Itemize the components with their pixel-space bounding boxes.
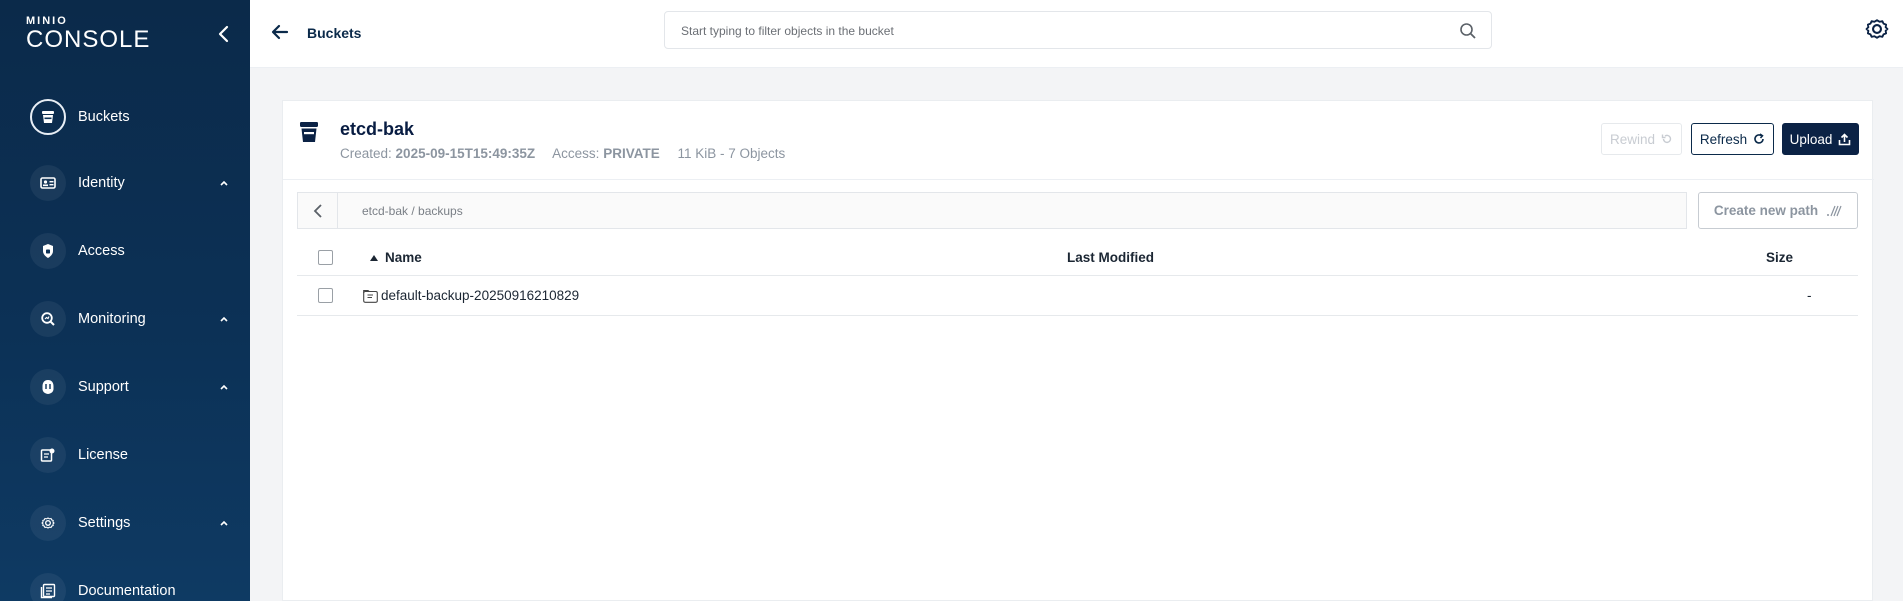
- sidebar-item-label: Buckets: [78, 109, 130, 125]
- table-row[interactable]: default-backup-20250916210829 -: [297, 276, 1858, 316]
- rewind-label: Rewind: [1609, 131, 1656, 147]
- object-filter-search: [664, 11, 1492, 49]
- bucket-name: etcd-bak: [340, 119, 415, 139]
- sidebar: MINIO CONSOLE Buckets Identity Access Mo…: [0, 0, 250, 601]
- upload-label: Upload: [1789, 131, 1833, 147]
- folder-icon: [363, 289, 378, 303]
- sidebar-item-label: Identity: [78, 175, 125, 191]
- bucket-icon: [30, 99, 66, 135]
- object-size: -: [1807, 288, 1812, 303]
- column-last-modified[interactable]: Last Modified: [1067, 250, 1154, 265]
- gear-icon: [1865, 19, 1889, 39]
- upload-button[interactable]: Upload: [1782, 123, 1859, 155]
- sidebar-item-label: License: [78, 447, 128, 463]
- license-icon: [30, 437, 66, 473]
- column-size[interactable]: Size: [1766, 250, 1793, 265]
- sidebar-item-buckets[interactable]: Buckets: [30, 99, 230, 135]
- sidebar-item-support[interactable]: Support: [30, 369, 230, 405]
- chevron-up-icon: [220, 520, 228, 526]
- divider: [283, 179, 1874, 180]
- access-label: Access:: [552, 146, 600, 161]
- upload-icon: [1839, 132, 1851, 145]
- path-bar: etcd-bak / backups: [297, 192, 1687, 229]
- settings-gear-button[interactable]: [1863, 15, 1891, 43]
- sidebar-item-access[interactable]: Access: [30, 233, 230, 269]
- chevron-left-icon: [313, 203, 322, 218]
- path-back-button[interactable]: [298, 193, 338, 228]
- sidebar-item-label: Support: [78, 379, 129, 395]
- sidebar-item-license[interactable]: License: [30, 437, 230, 473]
- arrow-left-icon: [271, 24, 289, 40]
- sidebar-item-identity[interactable]: Identity: [30, 165, 230, 201]
- breadcrumb-buckets[interactable]: Buckets: [307, 25, 361, 41]
- collapse-sidebar-button[interactable]: [214, 24, 234, 44]
- brand-big: CONSOLE: [26, 26, 151, 53]
- sidebar-item-label: Settings: [78, 515, 131, 531]
- id-card-icon: [30, 165, 66, 201]
- access-value: PRIVATE: [603, 146, 660, 161]
- minio-console-logo[interactable]: MINIO CONSOLE: [26, 16, 150, 52]
- chevron-left-icon: [218, 25, 229, 43]
- search-icon[interactable]: [1459, 22, 1477, 40]
- bucket-meta: Created: 2025-09-15T15:49:35Z Access: PR…: [340, 146, 785, 161]
- sidebar-item-label: Documentation: [78, 583, 176, 599]
- search-input[interactable]: [681, 21, 1441, 41]
- refresh-label: Refresh: [1699, 131, 1748, 147]
- sidebar-item-settings[interactable]: Settings: [30, 505, 230, 541]
- sort-ascending-icon[interactable]: [369, 254, 379, 262]
- created-value: 2025-09-15T15:49:35Z: [395, 146, 536, 161]
- magnifier-icon: [30, 301, 66, 337]
- gear-icon: [30, 505, 66, 541]
- bucket-icon: [300, 122, 318, 142]
- sidebar-item-label: Monitoring: [78, 311, 146, 327]
- sidebar-item-label: Access: [78, 243, 125, 259]
- chevron-up-icon: [220, 180, 228, 186]
- refresh-icon: [1754, 133, 1764, 144]
- current-path[interactable]: etcd-bak / backups: [362, 204, 463, 218]
- headset-icon: [30, 369, 66, 405]
- object-name[interactable]: default-backup-20250916210829: [381, 288, 579, 303]
- rewind-button[interactable]: Rewind: [1601, 123, 1682, 155]
- document-icon: [30, 573, 66, 601]
- created-label: Created:: [340, 146, 392, 161]
- column-name[interactable]: Name: [385, 250, 422, 265]
- lock-icon: [30, 233, 66, 269]
- rewind-icon: [1661, 134, 1672, 143]
- chevron-up-icon: [220, 384, 228, 390]
- new-path-icon: [1827, 205, 1842, 216]
- refresh-button[interactable]: Refresh: [1691, 123, 1774, 155]
- create-new-path-button[interactable]: Create new path: [1698, 192, 1858, 229]
- create-new-path-label: Create new path: [1713, 203, 1819, 218]
- table-header: Name Last Modified Size: [297, 239, 1858, 276]
- sidebar-item-monitoring[interactable]: Monitoring: [30, 301, 230, 337]
- select-all-checkbox[interactable]: [318, 250, 333, 265]
- sidebar-item-documentation[interactable]: Documentation: [30, 573, 230, 601]
- bucket-browser-panel: etcd-bak Created: 2025-09-15T15:49:35Z A…: [282, 100, 1874, 601]
- chevron-up-icon: [220, 316, 228, 322]
- top-bar: Buckets: [250, 0, 1903, 68]
- row-checkbox[interactable]: [318, 288, 333, 303]
- bucket-summary: 11 KiB - 7 Objects: [677, 146, 786, 161]
- back-button[interactable]: [270, 22, 290, 42]
